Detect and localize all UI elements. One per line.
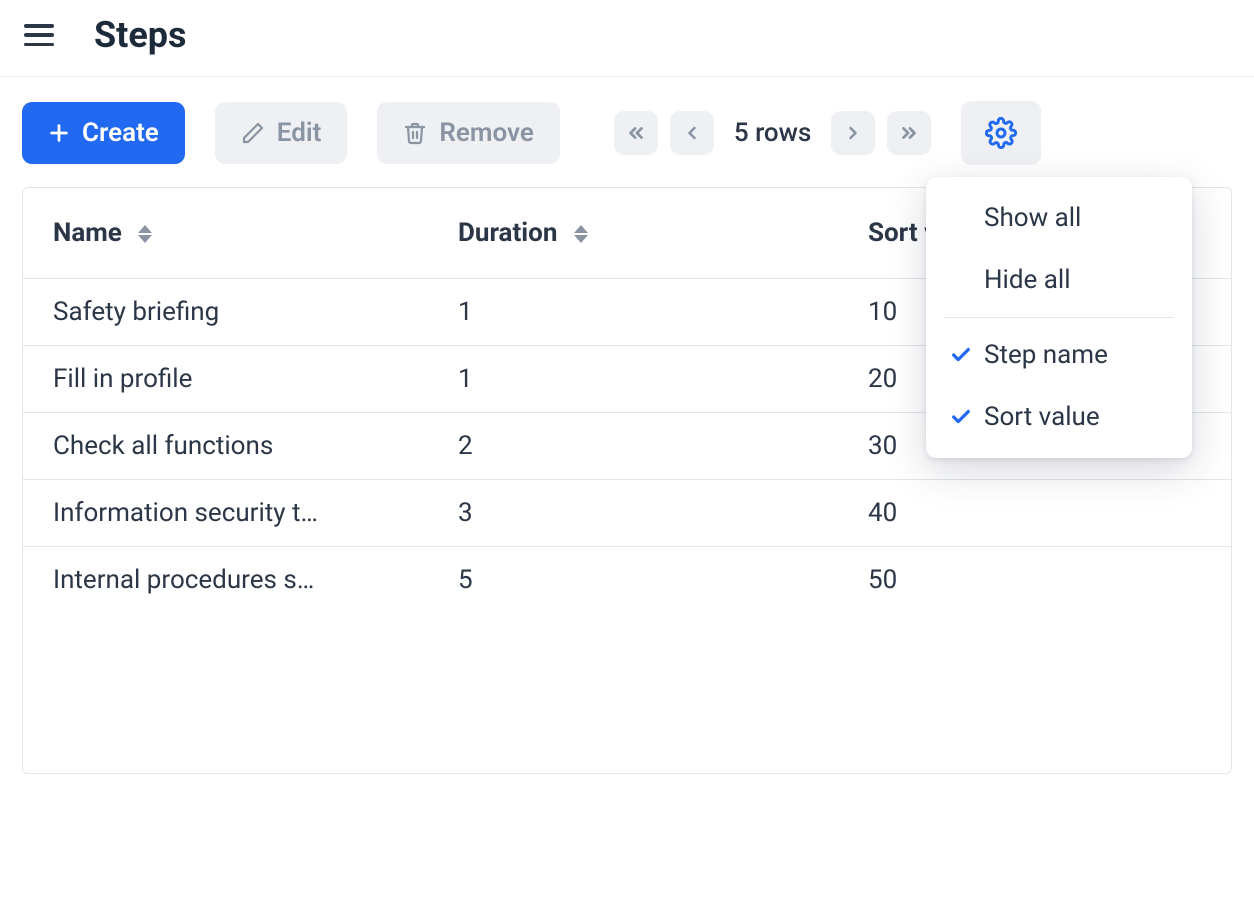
create-button[interactable]: Create — [22, 102, 185, 164]
cell-name: Information security t… — [23, 480, 428, 547]
dropdown-show-all[interactable]: Show all — [926, 187, 1192, 249]
settings-button[interactable] — [961, 101, 1041, 165]
chevron-right-icon — [843, 123, 863, 143]
check-icon — [950, 344, 984, 366]
column-header-label: Name — [53, 218, 122, 248]
column-header-label: Duration — [458, 218, 557, 248]
cell-duration: 3 — [428, 480, 838, 547]
pager-next-button[interactable] — [831, 111, 875, 155]
cell-duration: 1 — [428, 346, 838, 413]
cell-sort: 40 — [838, 480, 1231, 547]
dropdown-item-label: Step name — [984, 340, 1108, 370]
remove-button[interactable]: Remove — [377, 102, 559, 164]
hamburger-menu-icon[interactable] — [24, 24, 54, 46]
cell-duration: 1 — [428, 279, 838, 346]
dropdown-sort-value[interactable]: Sort value — [926, 386, 1192, 448]
table-row[interactable]: Internal procedures s…550 — [23, 547, 1231, 614]
edit-button[interactable]: Edit — [215, 102, 348, 164]
column-header-name[interactable]: Name — [23, 188, 428, 279]
table-empty-space — [23, 613, 1231, 773]
dropdown-hide-all[interactable]: Hide all — [926, 249, 1192, 311]
sort-icon — [138, 225, 152, 243]
sort-icon — [574, 225, 588, 243]
cell-duration: 2 — [428, 413, 838, 480]
pencil-icon — [241, 121, 265, 145]
edit-button-label: Edit — [277, 118, 322, 148]
cell-name: Fill in profile — [23, 346, 428, 413]
chevron-double-left-icon — [625, 122, 647, 144]
dropdown-item-label: Sort value — [984, 402, 1100, 432]
pager-info: 5 rows — [734, 118, 812, 148]
cell-name: Check all functions — [23, 413, 428, 480]
page-title: Steps — [94, 14, 187, 56]
cell-sort: 50 — [838, 547, 1231, 614]
pager-prev-button[interactable] — [670, 111, 714, 155]
create-button-label: Create — [82, 118, 159, 148]
remove-button-label: Remove — [439, 118, 533, 148]
chevron-double-right-icon — [898, 122, 920, 144]
dropdown-step-name[interactable]: Step name — [926, 324, 1192, 386]
cell-duration: 5 — [428, 547, 838, 614]
dropdown-item-label: Hide all — [984, 265, 1071, 295]
header: Steps — [0, 0, 1254, 77]
column-header-duration[interactable]: Duration — [428, 188, 838, 279]
trash-icon — [403, 120, 427, 146]
cell-name: Internal procedures s… — [23, 547, 428, 614]
pager-last-button[interactable] — [887, 111, 931, 155]
pager-first-button[interactable] — [614, 111, 658, 155]
toolbar: Create Edit Remove 5 rows Show all — [0, 77, 1254, 187]
table-row[interactable]: Information security t…340 — [23, 480, 1231, 547]
cell-name: Safety briefing — [23, 279, 428, 346]
dropdown-divider — [944, 317, 1174, 318]
pager: 5 rows — [614, 111, 932, 155]
column-settings-dropdown: Show all Hide all Step name Sort value — [926, 177, 1192, 458]
gear-icon — [985, 117, 1017, 149]
plus-icon — [48, 122, 70, 144]
dropdown-item-label: Show all — [984, 203, 1081, 233]
chevron-left-icon — [682, 123, 702, 143]
check-icon — [950, 406, 984, 428]
